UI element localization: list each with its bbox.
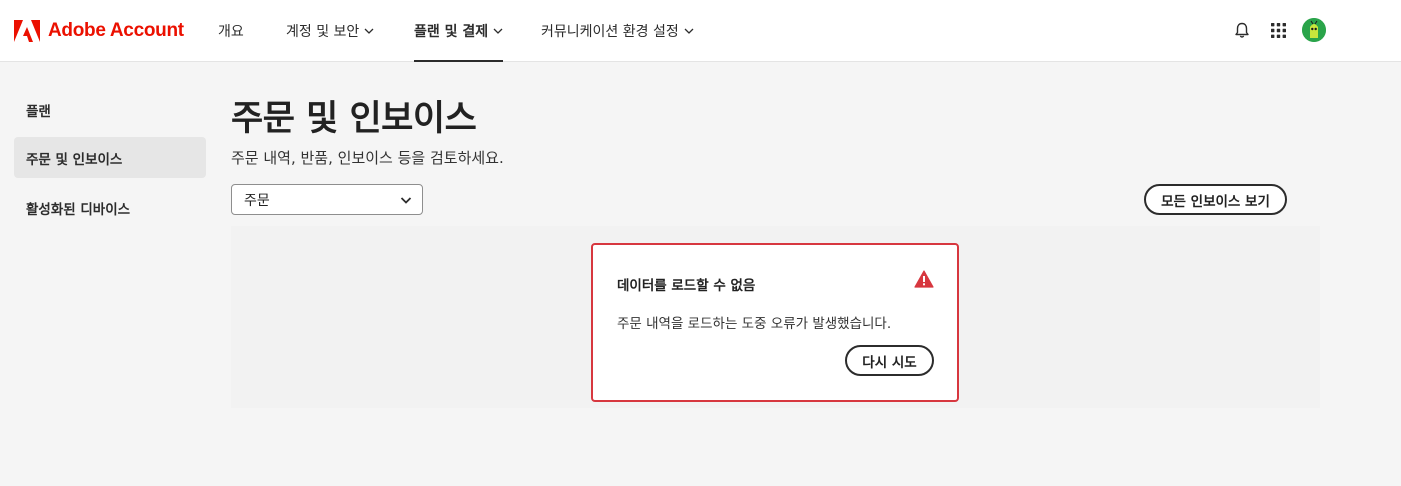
order-type-select[interactable]: 주문 xyxy=(231,184,423,215)
chevron-down-icon xyxy=(493,28,503,34)
chevron-down-icon xyxy=(364,28,374,34)
chevron-down-icon xyxy=(684,28,694,34)
retry-button-label: 다시 시도 xyxy=(862,354,917,371)
top-navigation: Adobe Account 개요 계정 및 보안 플랜 및 결제 커뮤니케이션 … xyxy=(0,0,1401,62)
adobe-account-logo[interactable]: Adobe Account xyxy=(14,20,184,42)
sidebar-item-label: 주문 및 인보이스 xyxy=(26,151,123,168)
adobe-logo-icon xyxy=(14,20,40,42)
page-subtitle: 주문 내역, 반품, 인보이스 등을 검토하세요. xyxy=(231,149,504,167)
apps-grid-icon xyxy=(1270,22,1286,38)
view-all-invoices-label: 모든 인보이스 보기 xyxy=(1161,193,1270,210)
apps-button[interactable] xyxy=(1267,19,1289,41)
page-title: 주문 및 인보이스 xyxy=(231,99,477,139)
error-message: 주문 내역을 로드하는 도중 오류가 발생했습니다. xyxy=(617,316,892,332)
bell-icon xyxy=(1235,22,1249,38)
nav-overview[interactable]: 개요 xyxy=(218,0,244,62)
retry-button[interactable]: 다시 시도 xyxy=(845,345,934,376)
nav-plans-billing[interactable]: 플랜 및 결제 xyxy=(414,0,504,62)
avatar[interactable] xyxy=(1302,18,1326,42)
notifications-button[interactable] xyxy=(1231,19,1253,41)
view-all-invoices-button[interactable]: 모든 인보이스 보기 xyxy=(1144,184,1287,215)
brand-name: Adobe Account xyxy=(48,20,184,41)
sidebar-item-active-devices[interactable]: 활성화된 디바이스 xyxy=(14,187,206,228)
nav-communication-preferences[interactable]: 커뮤니케이션 환경 설정 xyxy=(541,0,694,62)
error-card: 데이터를 로드할 수 없음 주문 내역을 로드하는 도중 오류가 발생했습니다.… xyxy=(591,243,959,402)
error-title: 데이터를 로드할 수 없음 xyxy=(617,278,756,294)
nav-overview-label: 개요 xyxy=(218,24,244,40)
sidebar-item-label: 활성화된 디바이스 xyxy=(26,201,131,218)
nav-plans-billing-label: 플랜 및 결제 xyxy=(414,24,489,40)
sidebar-item-label: 플랜 xyxy=(26,103,51,120)
nav-account-security[interactable]: 계정 및 보안 xyxy=(286,0,374,62)
user-avatar-icon xyxy=(1302,18,1326,42)
order-type-select-value: 주문 xyxy=(244,192,270,209)
chevron-down-icon xyxy=(400,197,412,204)
nav-account-security-label: 계정 및 보안 xyxy=(286,24,360,40)
sidebar-item-orders-invoices[interactable]: 주문 및 인보이스 xyxy=(14,137,206,178)
alert-icon xyxy=(914,270,934,288)
sidebar-item-plans[interactable]: 플랜 xyxy=(14,89,206,130)
nav-communication-preferences-label: 커뮤니케이션 환경 설정 xyxy=(541,24,679,40)
